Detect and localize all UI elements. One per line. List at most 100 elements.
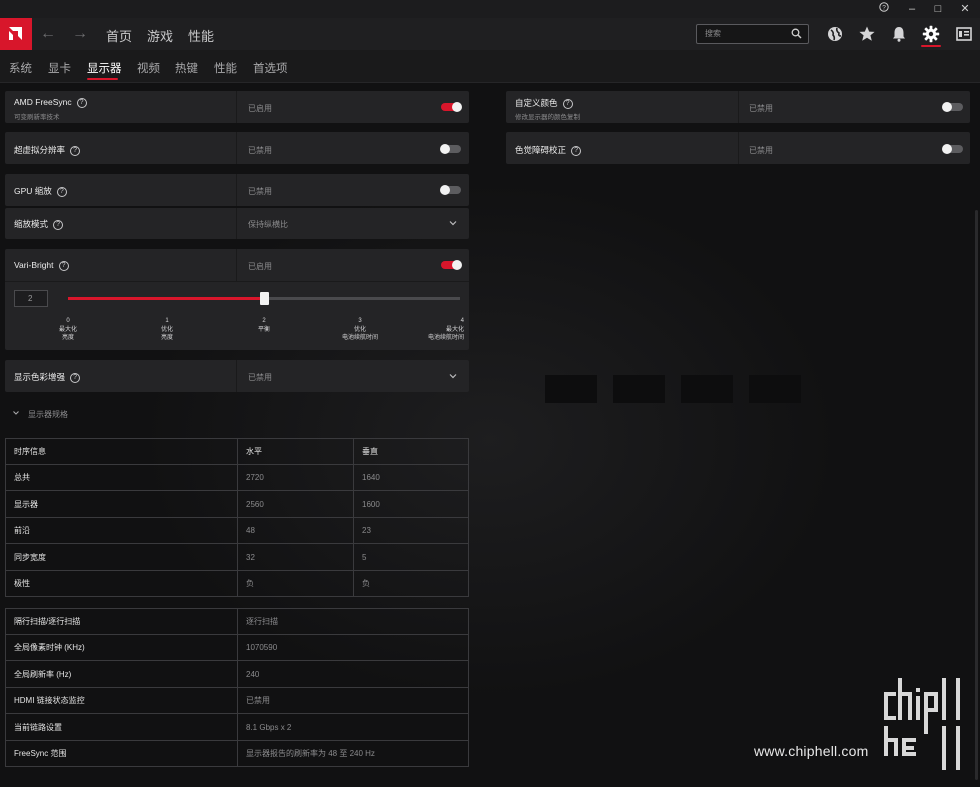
background-tile: [545, 375, 597, 403]
vari-bright-slider-fill: [68, 297, 264, 300]
chevron-down-icon[interactable]: [448, 371, 458, 381]
amd-logo[interactable]: [0, 18, 32, 50]
vari-bright-slider-thumb[interactable]: [259, 292, 269, 305]
vsr-label-text: 超虚拟分辨率: [14, 145, 66, 155]
tab-hotkeys[interactable]: 热键: [175, 60, 198, 76]
chevron-down-icon[interactable]: [448, 218, 458, 228]
table-cell: HDMI 链接状态监控: [14, 696, 85, 705]
table-row: 显示器 2560 1600: [6, 492, 468, 518]
table-cell: 全局刷新率 (Hz): [14, 670, 72, 679]
tab-system[interactable]: 系统: [9, 60, 32, 76]
table-cell: 1600: [362, 500, 380, 509]
gpu-scaling-toggle[interactable]: [440, 185, 461, 195]
custom-color-description: 修改显示器的颜色复制: [515, 114, 580, 121]
globe-icon[interactable]: [826, 25, 844, 43]
nav-gaming[interactable]: 游戏: [147, 26, 173, 45]
timing-table: 时序信息 水平 垂直 总共 2720 1640 显示器 2560 1600 前沿…: [5, 438, 469, 597]
table-header: 垂直: [362, 447, 378, 456]
question-circle-icon: ?: [879, 2, 889, 12]
slider-tick-4: 4 最大化 电池续航时间: [427, 318, 464, 341]
star-icon[interactable]: [858, 25, 876, 43]
table-cell: 5: [362, 553, 367, 562]
help-icon[interactable]: ?: [53, 220, 64, 230]
search-icon: [791, 28, 802, 39]
tab-display[interactable]: 显示器: [87, 60, 122, 76]
help-icon[interactable]: ?: [56, 187, 67, 197]
color-blind-toggle[interactable]: [942, 144, 963, 154]
help-icon[interactable]: ?: [70, 146, 81, 156]
watermark-text: www.chiphell.com: [754, 743, 869, 759]
table-row: 总共 2720 1640: [6, 465, 468, 491]
tab-preferences[interactable]: 首选项: [253, 60, 288, 76]
sidebar-panel-icon[interactable]: [955, 25, 973, 43]
amd-logo-icon: [9, 27, 22, 40]
table-cell: 32: [246, 553, 255, 562]
table-cell: 极性: [14, 579, 30, 588]
vsr-toggle[interactable]: [440, 144, 461, 154]
help-icon[interactable]: ?: [70, 373, 81, 383]
table-cell: 2560: [246, 500, 264, 509]
vari-bright-label: Vari-Bright?: [14, 260, 69, 271]
vari-bright-value-input[interactable]: 2: [14, 290, 48, 307]
table-cell: 2720: [246, 473, 264, 482]
help-window-button[interactable]: ?: [874, 1, 894, 17]
nav-performance[interactable]: 性能: [188, 26, 214, 45]
maximize-button[interactable]: □: [928, 1, 948, 17]
tab-graphics[interactable]: 显卡: [48, 60, 71, 76]
custom-color-label-text: 自定义颜色: [515, 98, 558, 108]
table-header-row: 时序信息 水平 垂直: [6, 439, 468, 465]
freesync-status: 已启用: [248, 104, 272, 113]
chiphell-logo: [884, 678, 960, 770]
background-tile: [749, 375, 801, 403]
table-row: 极性 负 负: [6, 571, 468, 597]
bell-icon[interactable]: [890, 25, 908, 43]
freesync-description: 可变刷新率技术: [14, 114, 60, 121]
back-arrow-icon[interactable]: ←: [38, 25, 58, 45]
gpu-scaling-setting: [5, 174, 469, 206]
table-row: 隔行扫描/逐行扫描 逐行扫描: [6, 609, 468, 635]
table-cell: 逐行扫描: [246, 617, 278, 626]
color-enhancement-label: 显示色彩增强?: [14, 371, 81, 383]
search-input[interactable]: 搜索: [696, 24, 809, 44]
vari-bright-toggle[interactable]: [441, 260, 462, 270]
search-placeholder: 搜索: [705, 29, 721, 38]
scaling-mode-setting[interactable]: [5, 208, 469, 239]
display-specs-label: 显示器规格: [28, 410, 68, 419]
help-icon[interactable]: ?: [76, 98, 87, 108]
nav-home[interactable]: 首页: [106, 26, 132, 45]
table-cell: 48: [246, 526, 255, 535]
table-cell: FreeSync 范围: [14, 749, 67, 758]
window-titlebar: [0, 0, 980, 18]
table-row: 全局刷新率 (Hz) 240: [6, 662, 468, 688]
help-icon[interactable]: ?: [58, 261, 69, 271]
table-cell: 1070590: [246, 643, 278, 652]
background-tile: [613, 375, 665, 403]
scrollbar[interactable]: [975, 210, 978, 780]
table-row: 当前链路设置 8.1 Gbps x 2: [6, 715, 468, 741]
display-specs-toggle[interactable]: 显示器规格: [12, 409, 68, 420]
table-cell: 负: [362, 579, 370, 588]
custom-color-toggle[interactable]: [942, 102, 963, 112]
tab-performance[interactable]: 性能: [214, 60, 237, 76]
table-cell: 前沿: [14, 526, 30, 535]
minimize-button[interactable]: –: [902, 1, 922, 17]
color-blind-status: 已禁用: [749, 146, 773, 155]
help-icon[interactable]: ?: [571, 146, 582, 156]
help-icon[interactable]: ?: [562, 99, 573, 109]
gear-icon[interactable]: [922, 25, 940, 43]
active-tab-indicator: [87, 78, 118, 80]
table-cell: 23: [362, 526, 371, 535]
forward-arrow-icon[interactable]: →: [70, 25, 90, 45]
close-button[interactable]: ✕: [955, 1, 975, 17]
scaling-mode-value: 保持纵横比: [248, 220, 288, 229]
table-cell: 当前链路设置: [14, 723, 62, 732]
tab-video[interactable]: 视频: [137, 60, 160, 76]
vsr-label: 超虚拟分辨率?: [14, 144, 81, 156]
slider-tick-3: 3 优化 电池续航时间: [341, 318, 378, 341]
table-row: HDMI 链接状态监控 已禁用: [6, 688, 468, 714]
vari-bright-status: 已启用: [248, 262, 272, 271]
freesync-toggle[interactable]: [441, 102, 462, 112]
custom-color-label: 自定义颜色?: [515, 97, 573, 109]
table-cell: 已禁用: [246, 696, 270, 705]
gpu-scaling-label-text: GPU 缩放: [14, 186, 52, 196]
